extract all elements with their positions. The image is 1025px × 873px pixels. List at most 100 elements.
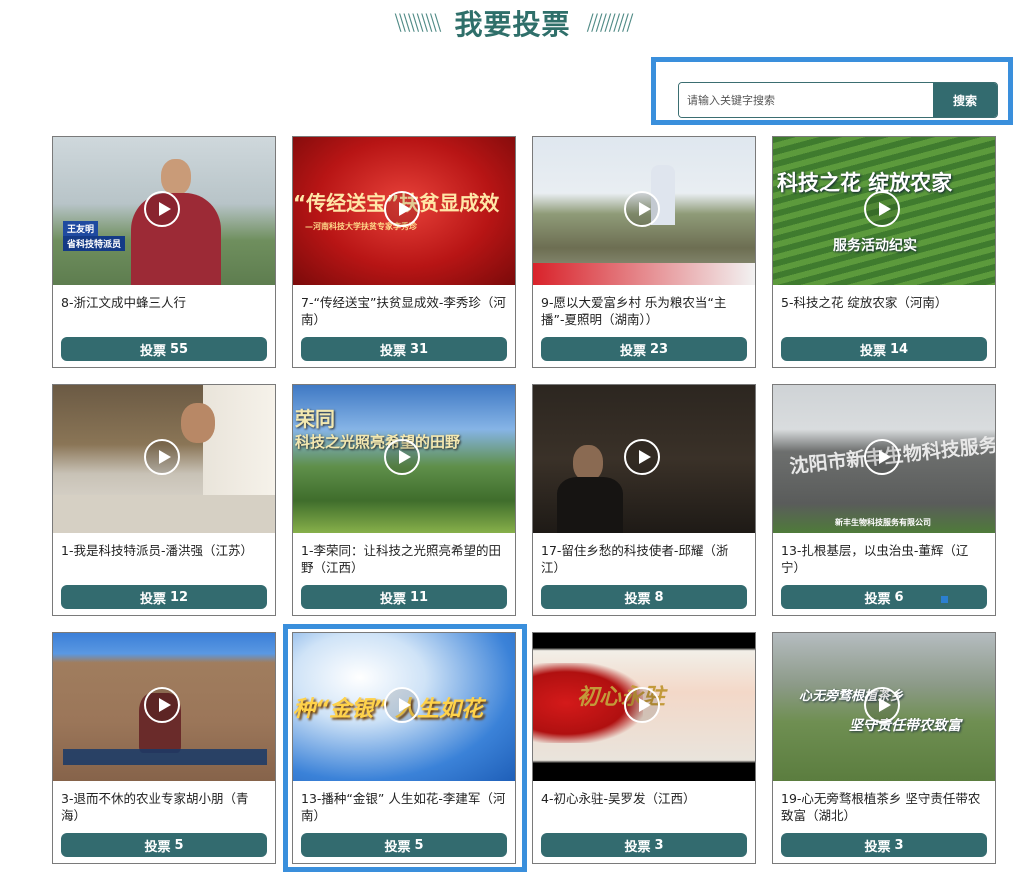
video-title: 1-李荣同：让科技之光照亮希望的田野（江西） — [301, 543, 501, 575]
vote-label: 投票 — [624, 591, 651, 607]
vote-count: 5 — [414, 837, 424, 853]
vote-count: 14 — [889, 341, 909, 357]
cursor-marker — [941, 596, 948, 603]
vote-button[interactable]: 投票 3 — [541, 833, 747, 857]
video-thumbnail[interactable]: 心无旁骛根植茶乡 坚守责任带农致富 — [773, 633, 995, 781]
video-thumbnail[interactable]: 沈阳市新丰生物科技服务 新丰生物科技服务有限公司 — [773, 385, 995, 533]
vote-count: 11 — [409, 589, 429, 605]
vote-count: 55 — [169, 341, 189, 357]
vote-count: 3 — [894, 837, 904, 853]
play-icon[interactable] — [624, 191, 660, 227]
video-title: 7-“传经送宝”扶贫显成效-李秀珍（河南） — [301, 295, 506, 327]
thumbnail-caption: 坚守责任带农致富 — [849, 718, 961, 734]
vote-label: 投票 — [379, 591, 406, 607]
vote-label: 投票 — [619, 343, 646, 359]
video-title: 5-科技之花 绽放农家（河南） — [781, 295, 948, 310]
play-icon[interactable] — [144, 439, 180, 475]
video-thumbnail[interactable]: 荣同 科技之光照亮希望的田野 — [293, 385, 515, 533]
vote-count: 23 — [649, 341, 669, 357]
video-title: 19-心无旁骛根植茶乡 坚守责任带农致富（湖北） — [781, 791, 981, 823]
video-card[interactable]: 荣同 科技之光照亮希望的田野 1-李荣同：让科技之光照亮希望的田野（江西） 投票… — [292, 384, 516, 616]
video-title: 1-我是科技特派员-潘洪强（江苏） — [61, 543, 253, 558]
video-title: 8-浙江文成中蜂三人行 — [61, 295, 186, 310]
video-thumbnail[interactable] — [53, 633, 275, 781]
video-card[interactable]: 心无旁骛根植茶乡 坚守责任带农致富 19-心无旁骛根植茶乡 坚守责任带农致富（湖… — [772, 632, 996, 864]
vote-label: 投票 — [624, 839, 651, 855]
play-icon[interactable] — [864, 191, 900, 227]
video-title: 13-扎根基层，以虫治虫-董辉（辽宁） — [781, 543, 969, 575]
vote-button[interactable]: 投票 14 — [781, 337, 987, 361]
vote-button[interactable]: 投票 5 — [61, 833, 267, 857]
play-icon[interactable] — [864, 687, 900, 723]
vote-label: 投票 — [864, 839, 891, 855]
vote-label: 投票 — [384, 839, 411, 855]
vote-button[interactable]: 投票 31 — [301, 337, 507, 361]
page-title: 我要投票 — [454, 8, 571, 41]
video-card[interactable]: 沈阳市新丰生物科技服务 新丰生物科技服务有限公司 13-扎根基层，以虫治虫-董辉… — [772, 384, 996, 616]
play-icon[interactable] — [624, 439, 660, 475]
vote-count: 6 — [894, 589, 904, 605]
vote-label: 投票 — [864, 591, 891, 607]
search-highlight: 搜索 — [651, 57, 1013, 125]
video-card[interactable]: 初心永驻 4-初心永驻-吴罗发（江西） 投票 3 — [532, 632, 756, 864]
video-thumbnail[interactable] — [533, 137, 755, 285]
thumbnail-caption: 服务活动纪实 — [833, 238, 917, 254]
vote-count: 3 — [654, 837, 664, 853]
vote-button[interactable]: 投票 11 — [301, 585, 507, 609]
video-title: 9-愿以大爱富乡村 乐为粮农当“主播”-夏照明（湖南）） — [541, 295, 727, 327]
thumbnail-caption: 荣同 — [295, 407, 335, 431]
vote-button[interactable]: 投票 3 — [781, 833, 987, 857]
video-card[interactable]: 3-退而不休的农业专家胡小朋（青海） 投票 5 — [52, 632, 276, 864]
vote-count: 5 — [174, 837, 184, 853]
video-thumbnail[interactable] — [53, 385, 275, 533]
video-card[interactable]: 1-我是科技特派员-潘洪强（江苏） 投票 12 — [52, 384, 276, 616]
play-icon[interactable] — [384, 687, 420, 723]
vote-label: 投票 — [139, 343, 166, 359]
vote-button[interactable]: 投票 5 — [301, 833, 507, 857]
video-thumbnail[interactable]: 初心永驻 — [533, 633, 755, 781]
vote-button[interactable]: 投票 6 — [781, 585, 987, 609]
vote-count: 31 — [409, 341, 429, 357]
video-card[interactable]: 17-留住乡愁的科技使者-邱耀（浙江） 投票 8 — [532, 384, 756, 616]
video-title: 17-留住乡愁的科技使者-邱耀（浙江） — [541, 543, 729, 575]
play-icon[interactable] — [144, 191, 180, 227]
vote-button[interactable]: 投票 12 — [61, 585, 267, 609]
thumbnail-caption: 王友明 — [63, 221, 99, 236]
video-card[interactable]: 王友明 省科技特派员 8-浙江文成中蜂三人行 投票 55 — [52, 136, 276, 368]
video-title: 4-初心永驻-吴罗发（江西） — [541, 791, 696, 806]
vote-button[interactable]: 投票 55 — [61, 337, 267, 361]
thumbnail-caption: 科技之花 绽放农家 — [777, 171, 953, 195]
video-thumbnail[interactable] — [533, 385, 755, 533]
play-icon[interactable] — [144, 687, 180, 723]
vote-count: 8 — [654, 589, 664, 605]
video-thumbnail[interactable]: 王友明 省科技特派员 — [53, 137, 275, 285]
title-right-decoration: ////////// — [586, 10, 634, 36]
thumbnail-caption: 新丰生物科技服务有限公司 — [835, 518, 931, 527]
video-card[interactable]: 科技之花 绽放农家 服务活动纪实 5-科技之花 绽放农家（河南） 投票 14 — [772, 136, 996, 368]
video-card[interactable]: 种“金银” 人生如花 13-播种“金银” 人生如花-李建军（河南） 投票 5 — [292, 632, 516, 864]
thumbnail-caption: 省科技特派员 — [63, 236, 126, 251]
play-icon[interactable] — [384, 191, 420, 227]
video-thumbnail[interactable]: “传经送宝”扶贫显成效 —河南科技大学扶贫专家李秀珍 — [293, 137, 515, 285]
video-thumbnail[interactable]: 科技之花 绽放农家 服务活动纪实 — [773, 137, 995, 285]
thumbnail-caption: 科技之光照亮希望的田野 — [295, 433, 461, 451]
video-card[interactable]: 9-愿以大爱富乡村 乐为粮农当“主播”-夏照明（湖南）） 投票 23 — [532, 136, 756, 368]
vote-label: 投票 — [379, 343, 406, 359]
search-box: 搜索 — [678, 82, 998, 118]
video-thumbnail[interactable]: 种“金银” 人生如花 — [293, 633, 515, 781]
video-card[interactable]: “传经送宝”扶贫显成效 —河南科技大学扶贫专家李秀珍 7-“传经送宝”扶贫显成效… — [292, 136, 516, 368]
title-left-decoration: \\\\\\\\\\ — [394, 10, 441, 36]
play-icon[interactable] — [864, 439, 900, 475]
vote-label: 投票 — [139, 591, 166, 607]
video-title: 3-退而不休的农业专家胡小朋（青海） — [61, 791, 249, 823]
vote-label: 投票 — [144, 839, 171, 855]
search-input[interactable] — [679, 83, 933, 117]
video-title: 13-播种“金银” 人生如花-李建军（河南） — [301, 791, 506, 823]
play-icon[interactable] — [624, 687, 660, 723]
vote-count: 12 — [169, 589, 189, 605]
vote-button[interactable]: 投票 8 — [541, 585, 747, 609]
page-header: \\\\\\\\\\ 我要投票 ////////// — [0, 0, 1025, 46]
vote-button[interactable]: 投票 23 — [541, 337, 747, 361]
play-icon[interactable] — [384, 439, 420, 475]
search-button[interactable]: 搜索 — [933, 83, 997, 117]
